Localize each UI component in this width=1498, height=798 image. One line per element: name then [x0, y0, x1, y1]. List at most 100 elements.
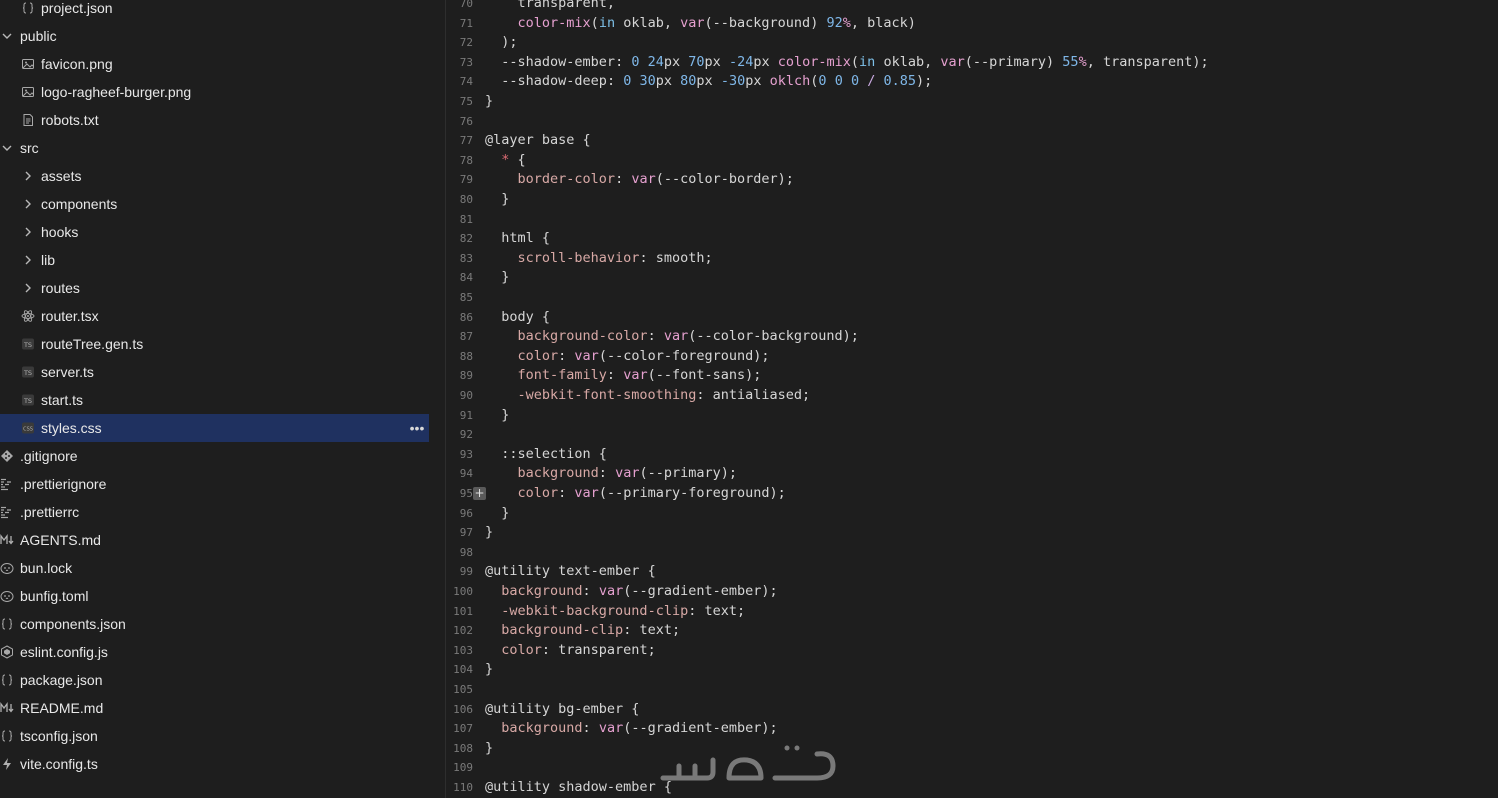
code-line[interactable]: 100 background: var(--gradient-ember); [446, 582, 1498, 602]
line-number: 78 [459, 153, 473, 167]
code-text: scroll-behavior: smooth; [517, 249, 713, 266]
typescript-icon: TS [21, 365, 35, 379]
code-line[interactable]: 76 [446, 112, 1498, 132]
code-line[interactable]: 89 font-family: var(--font-sans); [446, 366, 1498, 386]
code-line[interactable]: 71 color-mix(in oklab, var(--background)… [446, 14, 1498, 34]
file-prettierrc[interactable]: .prettierrc [0, 498, 429, 526]
line-number: 106 [453, 702, 473, 716]
code-editor[interactable]: 70 transparent, 71 color-mix(in oklab, va… [446, 0, 1498, 798]
tree-item-label: assets [41, 168, 82, 184]
code-line[interactable]: 74 --shadow-deep: 0 30px 80px -30px oklc… [446, 72, 1498, 92]
file-robots-txt[interactable]: robots.txt [0, 106, 429, 134]
folder-hooks[interactable]: hooks [0, 218, 429, 246]
code-line[interactable]: 99 @utility text-ember { [446, 562, 1498, 582]
code-line[interactable]: 98 [446, 543, 1498, 563]
code-line[interactable]: 109 [446, 758, 1498, 778]
svg-text:TS: TS [23, 397, 32, 405]
line-number: 103 [453, 643, 473, 657]
file-routetree-gen-ts[interactable]: TS routeTree.gen.ts [0, 330, 429, 358]
file-readme-md[interactable]: README.md [0, 694, 429, 722]
file-project-json[interactable]: project.json [0, 0, 429, 22]
file-prettierignore[interactable]: .prettierignore [0, 470, 429, 498]
folder-public[interactable]: public [0, 22, 429, 50]
file-package-json[interactable]: package.json [0, 666, 429, 694]
file-server-ts[interactable]: TS server.ts [0, 358, 429, 386]
typescript-icon: TS [21, 337, 35, 351]
folder-routes[interactable]: routes [0, 274, 429, 302]
file-gitignore[interactable]: .gitignore [0, 442, 429, 470]
code-text: ); [485, 34, 518, 51]
code-text: } [485, 191, 510, 207]
code-line[interactable]: 107 background: var(--gradient-ember); [446, 719, 1498, 739]
file-styles-css[interactable]: CSS styles.css ••• [0, 414, 429, 442]
code-line[interactable]: 105 [446, 680, 1498, 700]
file-eslint-config-js[interactable]: eslint.config.js [0, 638, 429, 666]
folder-components[interactable]: components [0, 190, 429, 218]
tree-item-label: lib [41, 252, 56, 268]
code-line[interactable]: 77 @layer base { [446, 131, 1498, 151]
code-text: transparent, [485, 0, 616, 11]
code-line[interactable]: 91 } [446, 406, 1498, 426]
folder-src[interactable]: src [0, 134, 429, 162]
line-number: 79 [459, 173, 473, 187]
file-start-ts[interactable]: TS start.ts [0, 386, 429, 414]
code-line[interactable]: 80 } [446, 190, 1498, 210]
git-icon [0, 449, 14, 463]
bun-icon [0, 561, 14, 575]
code-line[interactable]: 79 border-color: var(--color-border); [446, 170, 1498, 190]
file-bun-lock[interactable]: bun.lock [0, 554, 429, 582]
file-router-tsx[interactable]: router.tsx [0, 302, 429, 330]
file-bunfig-toml[interactable]: bunfig.toml [0, 582, 429, 610]
eslint-icon [0, 645, 14, 659]
code-line[interactable]: 78 * { [446, 151, 1498, 171]
tree-item-label: README.md [20, 700, 104, 716]
code-line[interactable]: 95 + color: var(--primary-foreground); [446, 484, 1498, 504]
file-favicon-png[interactable]: favicon.png [0, 50, 429, 78]
code-line[interactable]: 90 -webkit-font-smoothing: antialiased; [446, 386, 1498, 406]
chevron-right-icon [21, 281, 35, 295]
code-line[interactable]: 106 @utility bg-ember { [446, 700, 1498, 720]
line-number: 84 [459, 271, 473, 285]
code-text: @layer base { [485, 132, 591, 149]
code-line[interactable]: 96 } [446, 504, 1498, 524]
code-line[interactable]: 72 ); [446, 33, 1498, 53]
code-line[interactable]: 75} [446, 92, 1498, 112]
code-line[interactable]: 87 background-color: var(--color-backgro… [446, 327, 1498, 347]
code-line[interactable]: 110 @utility shadow-ember { [446, 778, 1498, 798]
more-actions-button[interactable]: ••• [409, 420, 425, 436]
code-line[interactable]: 103 color: transparent; [446, 641, 1498, 661]
code-text: } [485, 524, 494, 541]
code-line[interactable]: 97} [446, 523, 1498, 543]
code-line[interactable]: 85 [446, 288, 1498, 308]
code-text: background-color: var(--color-background… [517, 328, 859, 345]
code-line[interactable]: 108} [446, 739, 1498, 759]
svg-text:TS: TS [23, 369, 32, 377]
folder-lib[interactable]: lib [0, 246, 429, 274]
code-line[interactable]: 70 transparent, [446, 0, 1498, 14]
code-line[interactable]: 81 [446, 210, 1498, 230]
file-tsconfig-json[interactable]: tsconfig.json [0, 722, 429, 750]
file-components-json[interactable]: components.json [0, 610, 429, 638]
code-line[interactable]: 104} [446, 660, 1498, 680]
code-line[interactable]: 93 ::selection { [446, 445, 1498, 465]
code-line[interactable]: 101 -webkit-background-clip: text; [446, 602, 1498, 622]
tree-item-label: favicon.png [41, 56, 113, 72]
code-line[interactable]: 102 background-clip: text; [446, 621, 1498, 641]
code-line[interactable]: 86 body { [446, 308, 1498, 328]
code-line[interactable]: 82 html { [446, 229, 1498, 249]
code-text: border-color: var(--color-border); [517, 171, 794, 188]
code-line[interactable]: 73 --shadow-ember: 0 24px 70px -24px col… [446, 53, 1498, 73]
chevron-right-icon [21, 169, 35, 183]
code-line[interactable]: 88 color: var(--color-foreground); [446, 347, 1498, 367]
code-line[interactable]: 94 background: var(--primary); [446, 464, 1498, 484]
file-logo-ragheef-burger-png[interactable]: logo-ragheef-burger.png [0, 78, 429, 106]
line-number: 95 [459, 487, 473, 500]
file-agents-md[interactable]: AGENTS.md [0, 526, 429, 554]
code-line[interactable]: 84 } [446, 268, 1498, 288]
file-vite-config-ts[interactable]: vite.config.ts [0, 750, 429, 778]
ide-window: project.json public favicon.png logo-raghee… [0, 0, 1498, 798]
code-line[interactable]: 92 [446, 425, 1498, 445]
code-text: -webkit-font-smoothing: antialiased; [517, 387, 811, 403]
folder-assets[interactable]: assets [0, 162, 429, 190]
code-line[interactable]: 83 scroll-behavior: smooth; [446, 249, 1498, 269]
